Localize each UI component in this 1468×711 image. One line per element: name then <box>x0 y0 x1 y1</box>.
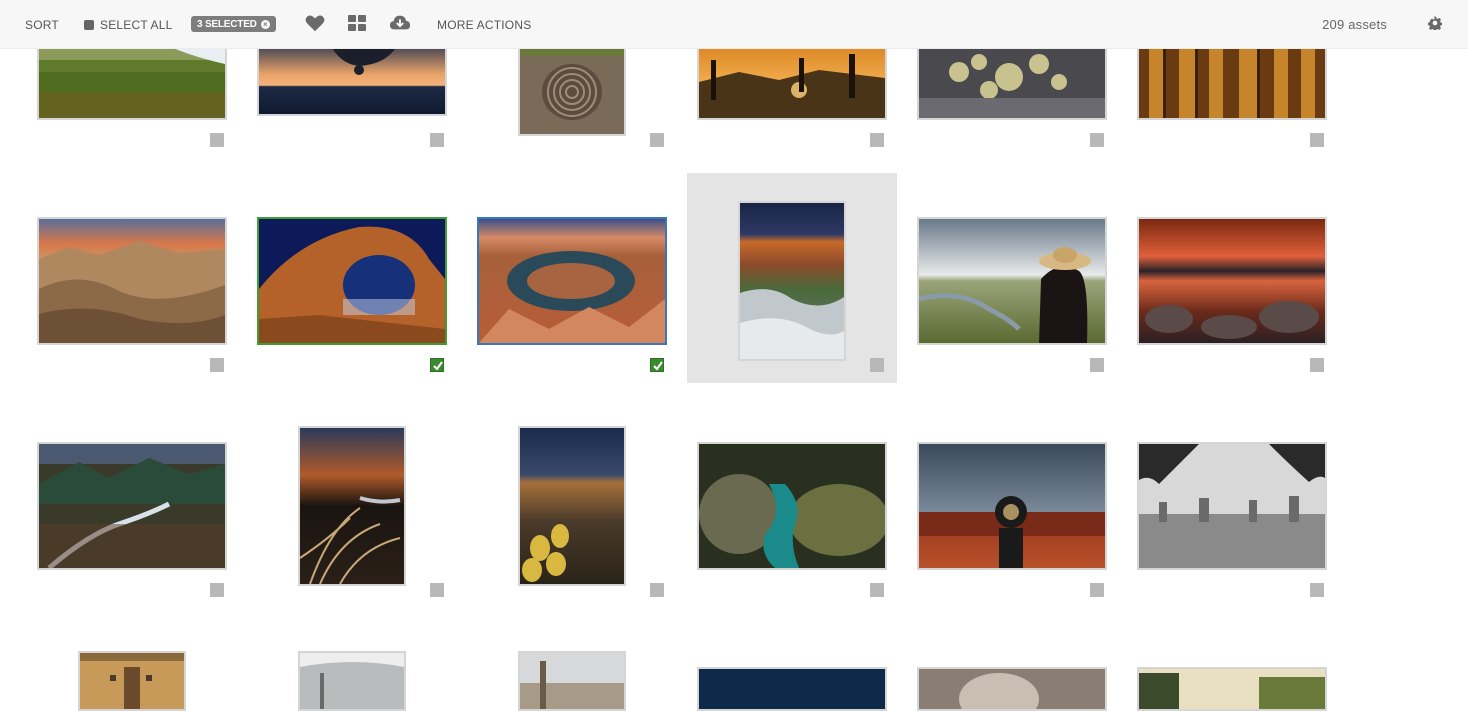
asset-thumbnail[interactable] <box>917 217 1107 345</box>
asset-thumbnail[interactable] <box>1137 217 1327 345</box>
heart-icon[interactable] <box>304 12 326 34</box>
asset-thumbnail[interactable] <box>917 442 1107 570</box>
asset-checkbox-checked[interactable] <box>430 358 444 372</box>
asset-checkbox[interactable] <box>1090 358 1104 372</box>
asset-thumbnail[interactable] <box>1137 40 1327 120</box>
asset-thumbnail-selected[interactable] <box>257 217 447 345</box>
asset-checkbox[interactable] <box>210 133 224 147</box>
asset-checkbox[interactable] <box>1310 358 1324 372</box>
select-all-button[interactable]: SELECT ALL <box>84 0 173 49</box>
grid-view-icon[interactable] <box>346 12 368 34</box>
selected-count-badge[interactable]: 3 SELECTED × <box>191 16 276 32</box>
asset-checkbox[interactable] <box>650 583 664 597</box>
asset-thumbnail[interactable] <box>738 201 846 361</box>
asset-thumbnail[interactable] <box>697 442 887 570</box>
cloud-download-icon[interactable] <box>389 12 411 34</box>
asset-thumbnail[interactable] <box>257 40 447 116</box>
selected-count-label: 3 SELECTED <box>197 18 257 30</box>
select-all-label: SELECT ALL <box>100 17 173 32</box>
asset-thumbnail[interactable] <box>917 667 1107 711</box>
asset-thumbnail[interactable] <box>298 426 406 586</box>
asset-checkbox[interactable] <box>430 583 444 597</box>
asset-checkbox[interactable] <box>1090 583 1104 597</box>
asset-checkbox-checked[interactable] <box>650 358 664 372</box>
gear-icon[interactable] <box>1427 16 1443 32</box>
top-toolbar: SORT SELECT ALL 3 SELECTED × MORE ACTION… <box>0 0 1468 49</box>
asset-thumbnail[interactable] <box>518 426 626 586</box>
asset-thumbnail[interactable] <box>37 217 227 345</box>
asset-thumbnail[interactable] <box>298 651 406 711</box>
select-all-checkbox-icon <box>84 19 94 30</box>
asset-thumbnail[interactable] <box>697 40 887 120</box>
asset-thumbnail[interactable] <box>518 651 626 711</box>
asset-checkbox[interactable] <box>1310 583 1324 597</box>
asset-checkbox[interactable] <box>210 358 224 372</box>
asset-checkbox[interactable] <box>1310 133 1324 147</box>
asset-thumbnail[interactable] <box>37 40 227 120</box>
asset-checkbox[interactable] <box>1090 133 1104 147</box>
clear-selection-icon[interactable]: × <box>260 19 270 29</box>
asset-thumbnail[interactable] <box>78 651 186 711</box>
asset-thumbnail-selected[interactable] <box>477 217 667 345</box>
asset-thumbnail[interactable] <box>697 667 887 711</box>
asset-checkbox[interactable] <box>870 133 884 147</box>
sort-button[interactable]: SORT <box>25 0 59 49</box>
asset-thumbnail[interactable] <box>37 442 227 570</box>
asset-checkbox[interactable] <box>870 583 884 597</box>
asset-checkbox[interactable] <box>430 133 444 147</box>
asset-thumbnail[interactable] <box>917 40 1107 120</box>
asset-grid <box>0 0 1468 711</box>
asset-count: 209 assets <box>1322 17 1387 32</box>
asset-checkbox[interactable] <box>650 133 664 147</box>
asset-checkbox[interactable] <box>210 583 224 597</box>
asset-thumbnail[interactable] <box>1137 667 1327 711</box>
asset-thumbnail[interactable] <box>518 40 626 136</box>
asset-checkbox[interactable] <box>870 358 884 372</box>
asset-thumbnail[interactable] <box>1137 442 1327 570</box>
more-actions-button[interactable]: MORE ACTIONS <box>437 0 531 49</box>
